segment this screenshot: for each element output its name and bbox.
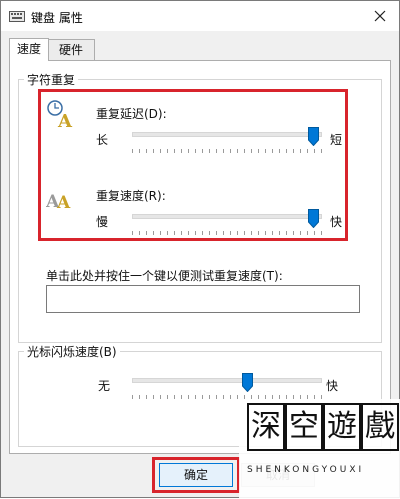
tab-hardware[interactable]: 硬件 xyxy=(47,39,95,60)
highlight-box-ok xyxy=(152,457,240,493)
close-button[interactable] xyxy=(367,5,393,27)
watermark-char-2: 空 xyxy=(285,403,323,451)
watermark-subtitle: SHENKONGYOUXI xyxy=(247,465,365,475)
repeat-test-input[interactable] xyxy=(46,285,360,313)
cursor-blink-slider[interactable] xyxy=(132,373,322,399)
keyboard-icon xyxy=(9,11,25,22)
highlight-box-repeat-settings xyxy=(38,89,348,241)
keyboard-properties-window: 键盘 属性 速度 硬件 字符重复 A 重复延迟(D): 长 短 A A 重复速度… xyxy=(0,0,400,499)
tab-speed[interactable]: 速度 xyxy=(9,38,49,61)
cursor-blink-thumb[interactable] xyxy=(242,373,253,392)
cursor-blink-track xyxy=(132,378,322,383)
repeat-test-label: 单击此处并按住一个键以便测试重复速度(T): xyxy=(46,269,283,283)
close-icon xyxy=(374,10,386,22)
watermark-char-3: 遊 xyxy=(323,403,361,451)
watermark-char-1: 深 xyxy=(247,403,285,451)
watermark-char-4: 戲 xyxy=(361,403,399,451)
title-bar: 键盘 属性 xyxy=(1,1,399,31)
cursor-blink-none-label: 无 xyxy=(98,379,111,393)
cursor-blink-fast-label: 快 xyxy=(326,379,339,393)
cursor-blink-legend: 光标闪烁速度(B) xyxy=(24,343,120,360)
speed-tab-panel: 字符重复 A 重复延迟(D): 长 短 A A 重复速度(R): 慢 快 单击此… xyxy=(9,60,391,454)
char-repeat-legend: 字符重复 xyxy=(24,71,79,88)
watermark: 深 空 遊 戲 SHENKONGYOUXI xyxy=(239,399,400,499)
window-title: 键盘 属性 xyxy=(31,11,83,25)
